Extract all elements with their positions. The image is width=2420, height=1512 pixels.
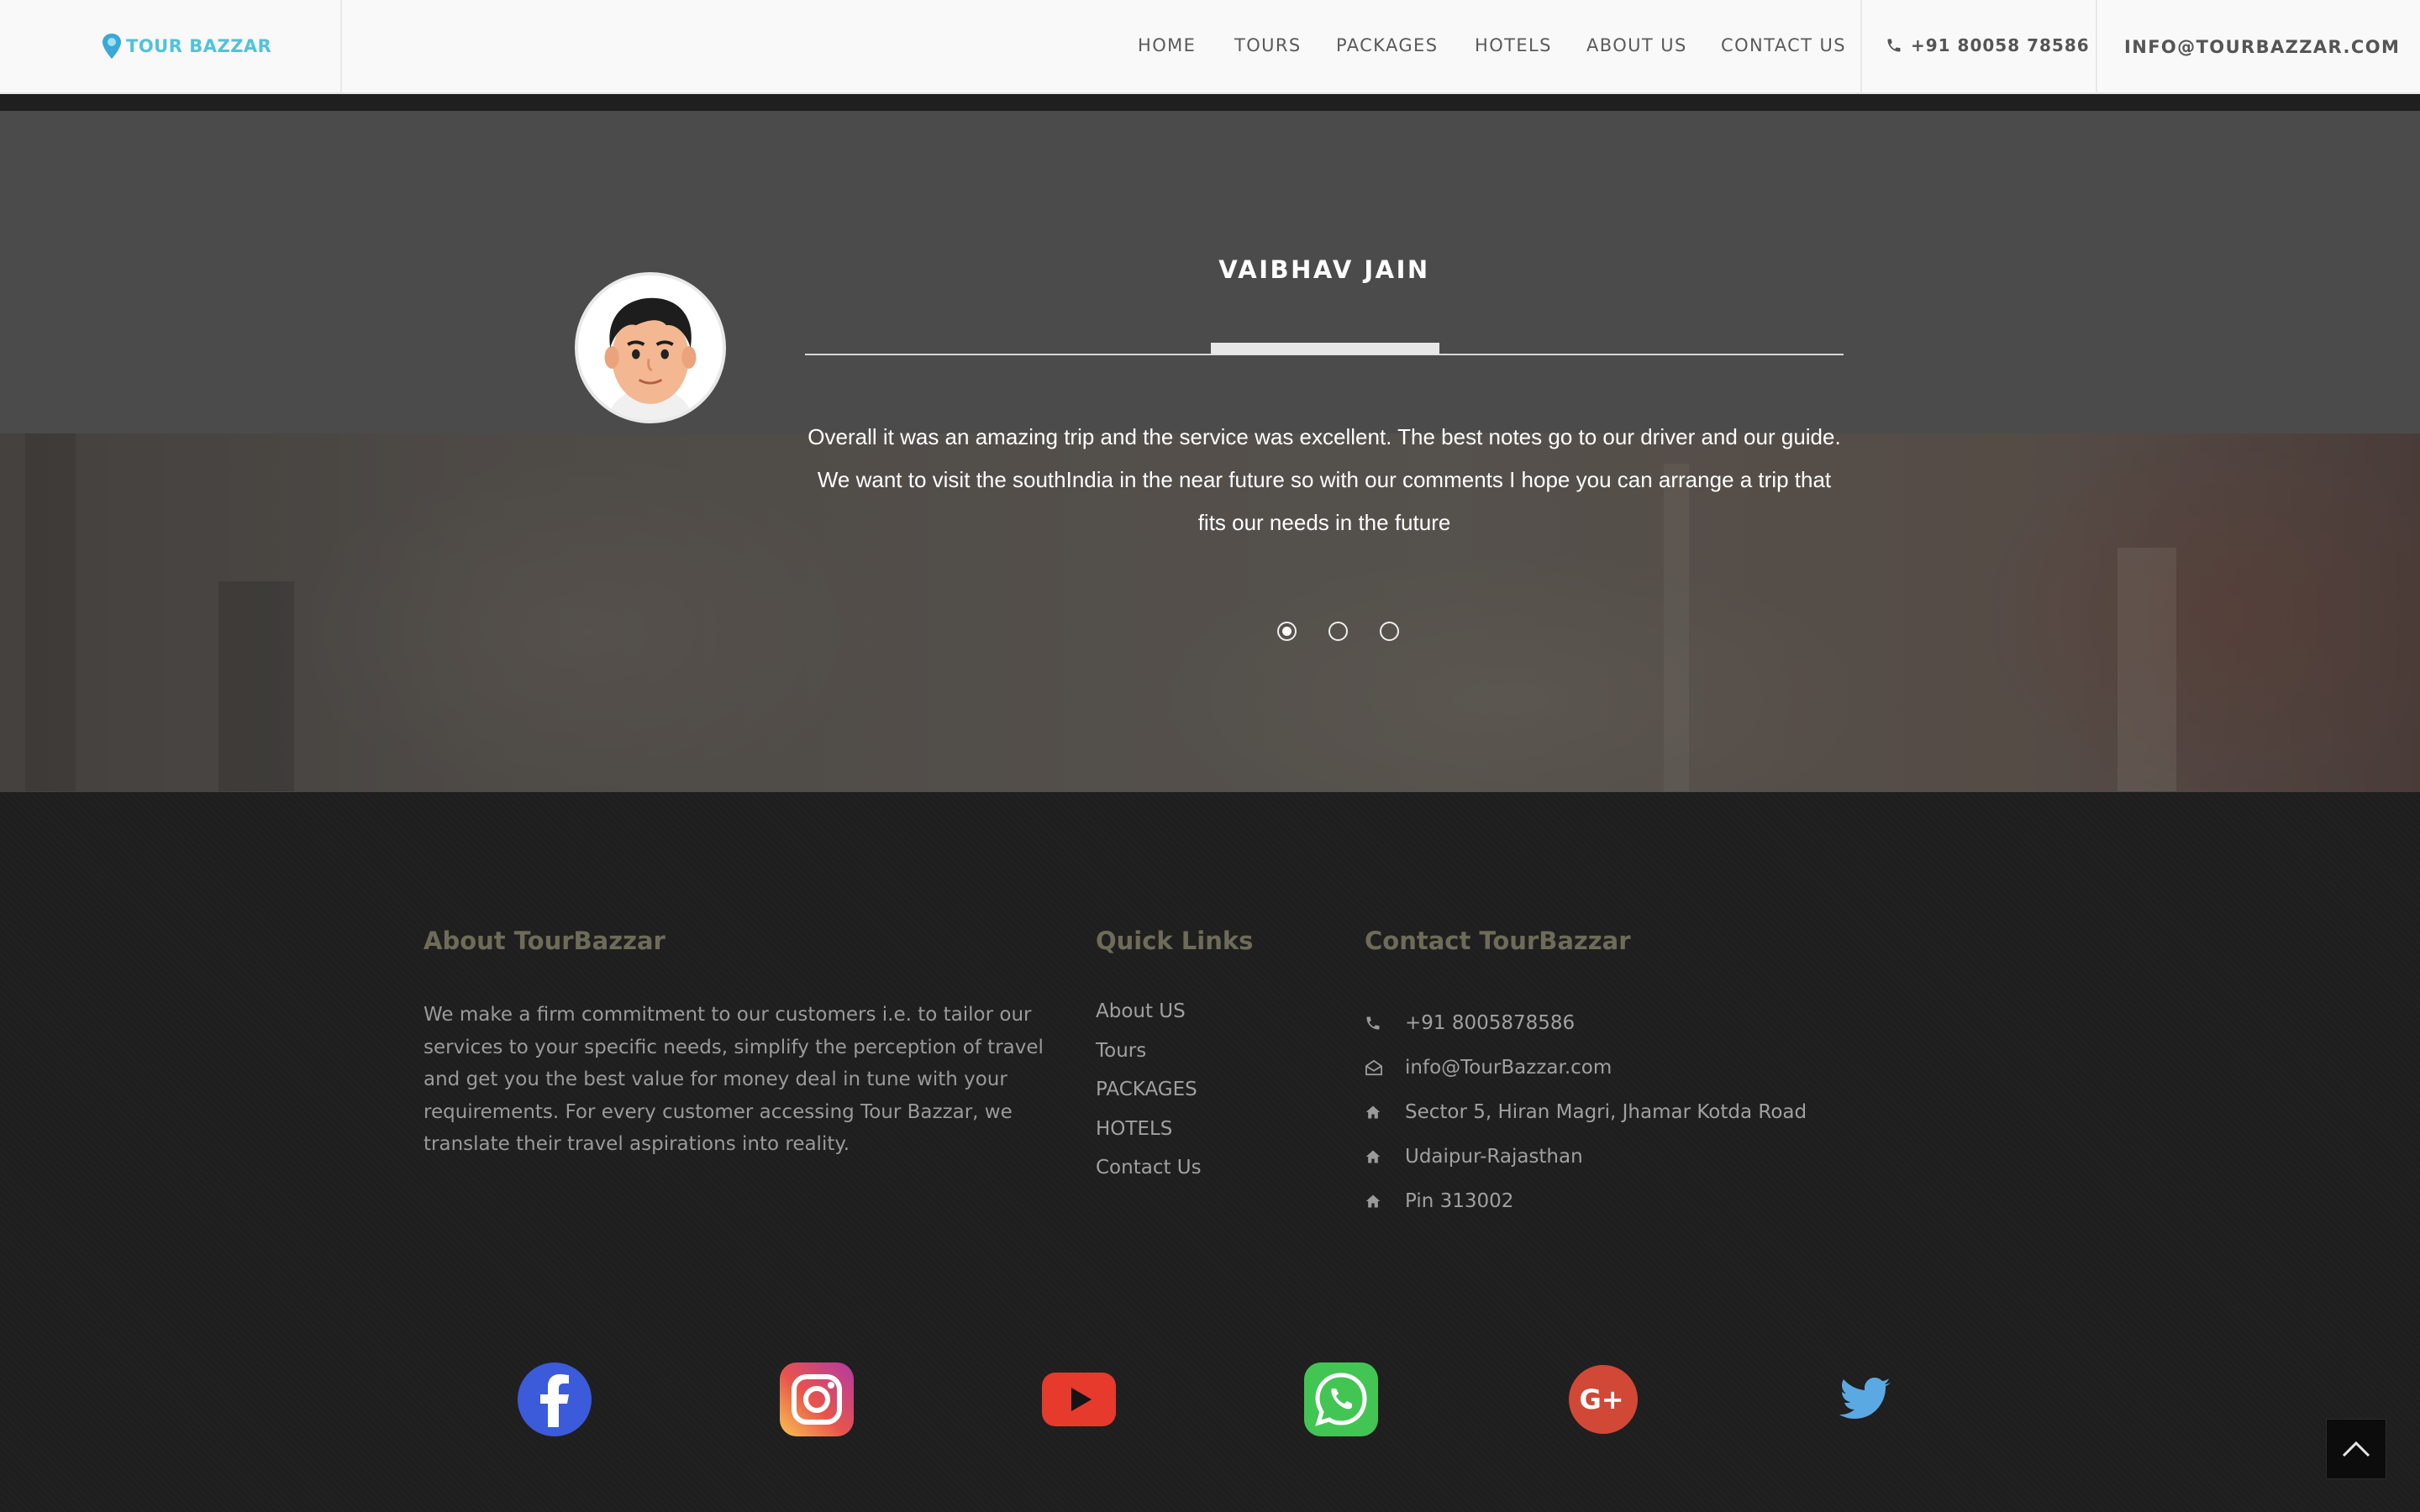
nav-about-us[interactable]: ABOUT US [1586,35,1687,55]
quick-links-heading: Quick Links [1096,927,1254,955]
google-plus-icon: G+ [1569,1365,1638,1434]
home-icon [1365,1193,1405,1210]
contact-address-line-2: Udaipur-Rajasthan [1365,1134,1807,1179]
chevron-up-icon [2342,1441,2370,1457]
quick-link-packages[interactable]: PACKAGES [1096,1079,1202,1118]
google-plus-link[interactable]: G+ [1565,1362,1641,1437]
avatar-illustration [578,276,723,420]
avatar [575,272,726,423]
quick-link-contact[interactable]: Contact Us [1096,1157,1202,1196]
nav-hotels[interactable]: HOTELS [1475,35,1552,55]
carousel-dots [1277,622,1399,641]
contact-city-text: Udaipur-Rajasthan [1405,1145,1583,1168]
instagram-icon [780,1362,854,1436]
youtube-icon [1042,1373,1116,1426]
quick-link-hotels[interactable]: HOTELS [1096,1118,1202,1158]
site-header: TOUR BAZZAR HOME TOURS PACKAGES HOTELS A… [0,0,2420,94]
twitter-link[interactable] [1828,1362,1903,1437]
contact-email[interactable]: info@TourBazzar.com [1365,1045,1807,1089]
contact-address-line-3: Pin 313002 [1365,1179,1807,1223]
quick-link-tours[interactable]: Tours [1096,1040,1202,1079]
contact-address-text: Sector 5, Hiran Magri, Jhamar Kotda Road [1405,1100,1807,1123]
testimonial-section: VAIBHAV JAIN Overall it was an amazing t… [0,111,2420,792]
quick-link-about[interactable]: About US [1096,1000,1202,1040]
nav-contact-us[interactable]: CONTACT US [1721,35,1846,55]
header-divider [1860,0,1862,94]
contact-heading: Contact TourBazzar [1365,927,1631,955]
header-divider [2096,0,2097,94]
phone-icon [1365,1015,1405,1032]
map-pin-icon [103,34,121,59]
logo[interactable]: TOUR BAZZAR [101,32,271,60]
contact-email-text: info@TourBazzar.com [1405,1056,1612,1079]
testimonial-quote: Overall it was an amazing trip and the s… [808,424,1841,535]
quick-links-list: About US Tours PACKAGES HOTELS Contact U… [1096,1000,1202,1196]
carousel-dot-2[interactable] [1328,622,1348,641]
nav-home[interactable]: HOME [1138,35,1196,55]
about-heading: About TourBazzar [424,927,666,955]
contact-list: +91 8005878586 info@TourBazzar.com Secto… [1365,1000,1807,1223]
whatsapp-icon [1304,1362,1378,1436]
nav-packages[interactable]: PACKAGES [1336,35,1438,55]
whatsapp-link[interactable] [1303,1362,1379,1437]
testimonial-author: VAIBHAV JAIN [1218,255,1430,284]
back-to-top-button[interactable] [2326,1419,2386,1479]
youtube-link[interactable] [1041,1362,1117,1437]
home-icon [1365,1148,1405,1165]
phone-icon [1887,39,1901,52]
home-icon [1365,1104,1405,1121]
nav-tours[interactable]: TOURS [1234,35,1302,55]
twitter-icon [1839,1378,1891,1419]
testimonial-divider-accent [1211,343,1439,354]
carousel-dot-3[interactable] [1380,622,1399,641]
contact-phone[interactable]: +91 8005878586 [1365,1000,1807,1045]
instagram-link[interactable] [779,1362,855,1437]
header-phone-text: +91 80058 78586 [1911,35,2090,55]
brand-name: TOUR BAZZAR [126,36,272,56]
header-email[interactable]: INFO@TOURBAZZAR.COM [2124,37,2400,57]
contact-pin-text: Pin 313002 [1405,1189,1514,1212]
contact-phone-text: +91 8005878586 [1405,1011,1576,1034]
carousel-dot-1[interactable] [1277,622,1297,641]
mail-icon [1365,1059,1405,1076]
svg-text:G+: G+ [1579,1383,1623,1415]
contact-address-line-1: Sector 5, Hiran Magri, Jhamar Kotda Road [1365,1089,1807,1134]
header-phone[interactable]: +91 80058 78586 [1886,35,2090,55]
facebook-icon [518,1362,592,1436]
about-text: We make a firm commitment to our custome… [424,1004,1044,1156]
site-footer: About TourBazzar We make a firm commitme… [0,792,2420,1512]
header-divider [340,0,342,94]
facebook-link[interactable] [517,1362,592,1437]
